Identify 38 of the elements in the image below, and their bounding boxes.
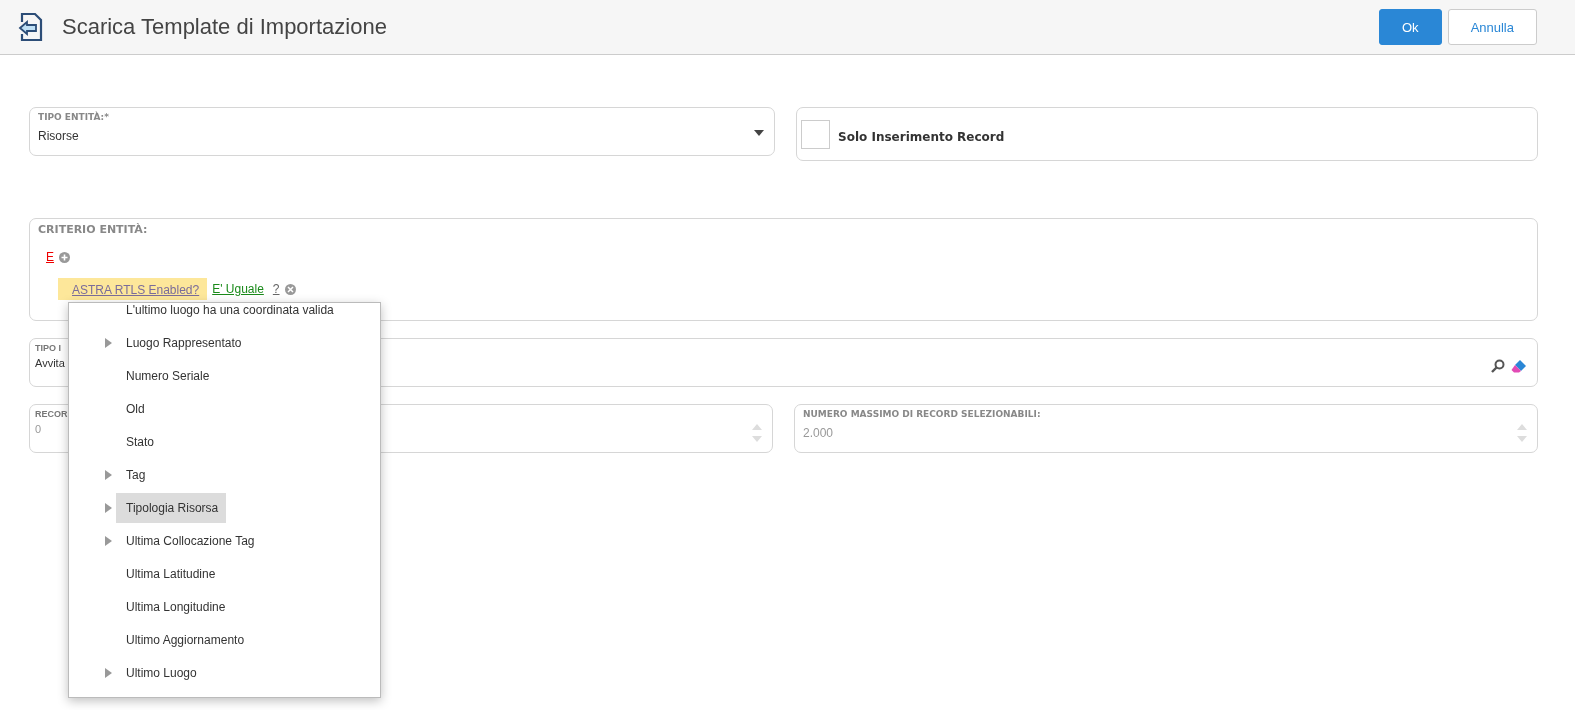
- menu-item[interactable]: Ultima Longitudine: [116, 591, 234, 622]
- ok-button[interactable]: Ok: [1379, 9, 1442, 45]
- comparator-link[interactable]: E' Uguale: [212, 282, 264, 296]
- menu-item[interactable]: Tipologia Risorsa: [116, 492, 227, 523]
- dropdown-caret-icon: [754, 130, 764, 136]
- field-label: TIPO ENTITÀ:*: [38, 112, 109, 122]
- menu-item[interactable]: Ultima Collocazione Tag: [116, 525, 263, 556]
- expand-triangle-icon[interactable]: [105, 535, 112, 546]
- menu-item[interactable]: Ultimo Aggiornamento: [116, 624, 253, 655]
- eraser-icon[interactable]: [1511, 359, 1527, 373]
- entity-type-dropdown[interactable]: TIPO ENTITÀ:* Risorse: [29, 107, 775, 156]
- menu-item[interactable]: L'ultimo luogo ha una coordinata valida: [116, 303, 342, 325]
- expand-triangle-icon[interactable]: [105, 667, 112, 678]
- field-label: RECOR: [35, 409, 68, 419]
- menu-item[interactable]: Ultima Latitudine: [116, 558, 224, 589]
- checkbox[interactable]: [801, 119, 830, 149]
- field-value: 2.000: [803, 426, 834, 440]
- add-icon[interactable]: [59, 251, 70, 263]
- expand-triangle-icon[interactable]: [105, 469, 112, 480]
- expand-triangle-icon[interactable]: [105, 502, 112, 513]
- remove-icon[interactable]: [284, 283, 296, 295]
- field-label: CRITERIO ENTITÀ:: [38, 223, 148, 236]
- max-records-field[interactable]: NUMERO MASSIMO DI RECORD SELEZIONABILI: 2.000: [794, 404, 1538, 453]
- operator-link[interactable]: E: [46, 250, 54, 264]
- field-label: TIPO I: [35, 343, 61, 353]
- menu-item[interactable]: Tag: [116, 459, 154, 490]
- checkbox-label: Solo Inserimento Record: [838, 130, 1005, 144]
- page-title: Scarica Template di Importazione: [62, 14, 388, 40]
- expand-triangle-icon[interactable]: [105, 337, 112, 348]
- field-link[interactable]: ASTRA RTLS Enabled?: [72, 283, 200, 297]
- value-link[interactable]: ?: [272, 282, 280, 296]
- field-label: NUMERO MASSIMO DI RECORD SELEZIONABILI:: [803, 409, 1041, 419]
- field-value: Avvita: [35, 357, 65, 369]
- import-document-icon: [18, 12, 44, 42]
- cancel-button[interactable]: Annulla: [1447, 9, 1537, 45]
- search-icon[interactable]: [1491, 359, 1505, 373]
- field-value: Risorse: [38, 129, 79, 143]
- menu-item[interactable]: Ultimo Luogo: [116, 657, 205, 688]
